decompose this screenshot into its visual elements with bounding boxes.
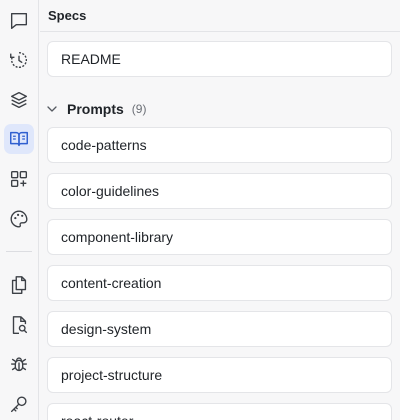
palette-button[interactable] (4, 204, 34, 234)
list-item[interactable]: react-router (47, 403, 392, 420)
list-item[interactable]: component-library (47, 219, 392, 255)
key-button[interactable] (4, 389, 34, 419)
list-item[interactable]: content-creation (47, 265, 392, 301)
group-count: (9) (131, 102, 147, 116)
layers-icon (10, 91, 28, 109)
prompts-group-header[interactable]: Prompts (9) (46, 98, 146, 120)
list-item[interactable]: code-patterns (47, 127, 392, 163)
add-widget-button[interactable] (4, 164, 34, 194)
specs-panel: Specs README Prompts (9) code-patterns c… (40, 0, 400, 420)
list-item[interactable]: design-system (47, 311, 392, 347)
files-button[interactable] (4, 270, 34, 300)
history-button[interactable] (4, 45, 34, 75)
palette-icon (10, 210, 28, 228)
file-search-icon (12, 316, 28, 334)
rail-divider (6, 251, 32, 252)
group-label: Prompts (67, 101, 124, 117)
chat-button[interactable] (4, 6, 34, 36)
layers-button[interactable] (4, 85, 34, 115)
readme-item[interactable]: README (47, 41, 392, 77)
list-item[interactable]: project-structure (47, 357, 392, 393)
specs-button[interactable] (4, 124, 34, 154)
bug-icon (10, 357, 28, 372)
chat-icon (10, 12, 28, 30)
chevron-down-icon (47, 106, 57, 112)
list-item[interactable]: color-guidelines (47, 173, 392, 209)
book-open-icon (10, 131, 28, 147)
add-widget-icon (10, 170, 28, 188)
history-icon (10, 51, 28, 68)
file-search-button[interactable] (4, 310, 34, 340)
panel-title: Specs (40, 0, 400, 32)
files-icon (11, 276, 27, 294)
key-icon (10, 396, 27, 413)
activity-bar (0, 0, 39, 420)
debug-button[interactable] (4, 349, 34, 379)
